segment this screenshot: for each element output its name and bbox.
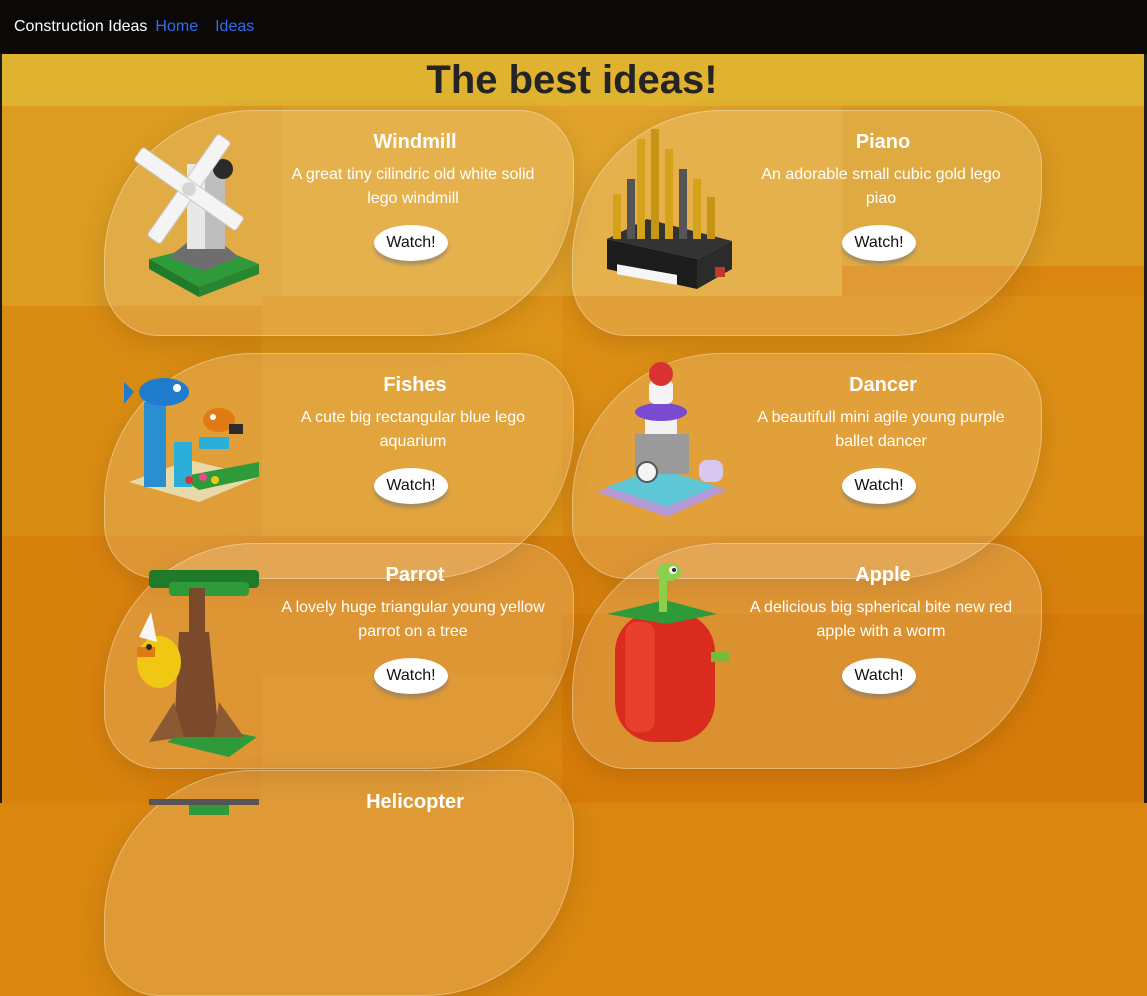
idea-card-windmill: Windmill A great tiny cilindric old whit… — [104, 110, 574, 336]
navbar: Construction Ideas Home Ideas — [0, 0, 1147, 54]
windmill-image — [134, 134, 259, 297]
idea-card-parrot: Parrot A lovely huge triangular young ye… — [104, 543, 574, 769]
watch-button[interactable]: Watch! — [842, 225, 916, 261]
card-title: Piano — [855, 131, 911, 153]
watch-button[interactable]: Watch! — [374, 225, 448, 261]
card-description: A delicious big spherical bite new red a… — [749, 599, 1013, 640]
nav-link-home[interactable]: Home — [155, 18, 198, 36]
idea-card-helicopter: Helicopter — [104, 770, 574, 996]
card-title: Windmill — [373, 131, 457, 153]
window-edge-left — [0, 54, 2, 803]
fishes-image — [124, 378, 259, 502]
nav-link-ideas[interactable]: Ideas — [215, 18, 254, 36]
watch-button[interactable]: Watch! — [374, 468, 448, 504]
card-description: A cute big rectangular blue lego aquariu… — [300, 409, 526, 450]
card-description: An adorable small cubic gold lego piao — [761, 166, 1001, 207]
card-title: Parrot — [385, 564, 445, 586]
card-description: A lovely huge triangular young yellow pa… — [281, 599, 545, 640]
page-title: The best ideas! — [426, 58, 718, 102]
watch-button[interactable]: Watch! — [842, 658, 916, 694]
card-title: Dancer — [849, 374, 917, 396]
piano-image — [607, 129, 732, 289]
apple-image — [607, 563, 729, 742]
card-title: Apple — [855, 564, 911, 586]
idea-card-apple: Apple A delicious big spherical bite new… — [572, 543, 1042, 769]
dancer-image — [597, 362, 727, 517]
card-title: Fishes — [383, 374, 447, 396]
helicopter-image — [149, 799, 259, 815]
card-description: A beautifull mini agile young purple bal… — [757, 409, 1005, 450]
card-description: A great tiny cilindric old white solid l… — [291, 166, 535, 207]
navbar-brand[interactable]: Construction Ideas — [14, 18, 147, 36]
watch-button[interactable]: Watch! — [842, 468, 916, 504]
watch-button[interactable]: Watch! — [374, 658, 448, 694]
idea-card-piano: Piano An adorable small cubic gold lego … — [572, 110, 1042, 336]
parrot-image — [137, 570, 259, 757]
